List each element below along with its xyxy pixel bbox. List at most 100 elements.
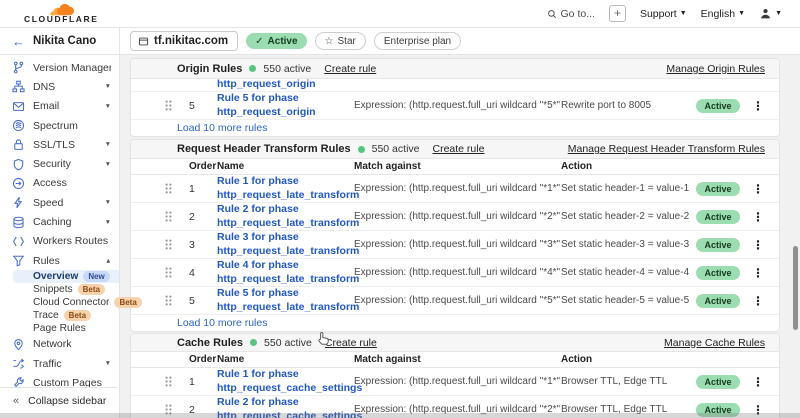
rule-match: Expression: (http.request.full_uri wildc… [354,376,561,387]
sidebar-item-rules-snippets[interactable]: Snippets Beta [0,283,119,296]
sidebar-item-rules-trace[interactable]: Trace Beta [0,309,119,322]
sidebar-item-rules-cloud-connector[interactable]: Cloud Connector Beta [0,296,119,309]
drag-handle-icon[interactable] [165,376,189,387]
beta-badge: Beta [78,284,105,295]
manage-origin-rules-link[interactable]: Manage Origin Rules [666,63,765,75]
rule-name-link[interactable]: Rule 4 for phasehttp_request_late_transf… [217,259,354,285]
table-row-partial: http_request_origin [131,79,779,92]
cache-rules-section: Cache Rules 550 active Create rule Manag… [130,333,780,418]
rule-order: 1 [189,183,217,195]
rule-action: Browser TTL, Edge TTL [561,376,693,387]
collapse-icon: « [13,395,19,407]
rule-action: Set static header-5 = value-5 [561,295,693,306]
kebab-menu-icon[interactable]: ⋮ [752,294,764,308]
sidebar-item-rules[interactable]: Rules ▼ [0,251,119,270]
rule-name-link[interactable]: Rule 2 for phasehttp_request_late_transf… [217,203,354,229]
drag-handle-icon[interactable] [165,295,189,306]
sidebar-item-rules-overview[interactable]: Overview New [13,270,119,283]
plan-badge: Enterprise plan [374,32,461,50]
sidebar-item-caching[interactable]: Caching ▼ [0,212,119,231]
email-icon [12,100,25,113]
active-badge: Active [696,238,739,252]
star-button[interactable]: ☆ Star [315,32,366,50]
domain-selector[interactable]: tf.nikitac.com [130,31,238,51]
load-more-link[interactable]: Load 10 more rules [177,122,267,134]
rule-name-link[interactable]: Rule 3 for phasehttp_request_late_transf… [217,231,354,257]
drag-handle-icon[interactable] [165,239,189,250]
sidebar-item-email[interactable]: Email ▼ [0,97,119,116]
chevron-down-icon: ▼ [105,219,111,226]
language-menu[interactable]: English ▼ [701,8,745,20]
sidebar-item-version-management[interactable]: Version Management [0,58,119,77]
sidebar-item-traffic[interactable]: Traffic ▼ [0,354,119,373]
create-rule-link[interactable]: Create rule [325,337,377,349]
status-badge: ✓ Active [246,33,306,49]
request-header-transform-rules-section: Request Header Transform Rules 550 activ… [130,139,780,332]
sidebar-item-access[interactable]: Access [0,174,119,193]
rule-name-link[interactable]: Rule 1 for phasehttp_request_cache_setti… [217,368,354,394]
sidebar-item-spectrum[interactable]: Spectrum [0,116,119,135]
sidebar-item-security[interactable]: Security ▼ [0,154,119,173]
column-action: Action [561,354,693,365]
status-dot-icon [250,339,257,346]
collapse-sidebar-button[interactable]: « Collapse sidebar [0,387,118,413]
global-search[interactable]: Go to... [547,8,595,20]
table-row: 1 Rule 1 for phasehttp_request_late_tran… [131,175,779,203]
traffic-icon [12,357,25,370]
rule-match: Expression: (http.request.full_uri wildc… [354,239,561,250]
rule-order: 5 [189,295,217,307]
active-badge: Active [696,210,739,224]
drag-handle-icon[interactable] [165,211,189,222]
caching-icon [12,216,25,229]
drag-handle-icon[interactable] [165,267,189,278]
sidebar-item-ssl-tls[interactable]: SSL/TLS ▼ [0,135,119,154]
access-icon [12,177,25,190]
table-row: 1 Rule 1 for phasehttp_request_cache_set… [131,368,779,396]
support-menu[interactable]: Support ▼ [640,8,687,20]
kebab-menu-icon[interactable]: ⋮ [752,375,764,389]
kebab-menu-icon[interactable]: ⋮ [752,238,764,252]
add-button[interactable]: + [609,5,626,22]
load-more-row: Load 10 more rules [131,315,779,331]
logo-wordmark: CLOUDFLARE [24,15,99,24]
load-more-link[interactable]: Load 10 more rules [177,317,267,329]
back-arrow-icon[interactable]: ← [12,34,25,49]
kebab-menu-icon[interactable]: ⋮ [752,266,764,280]
manage-cache-rules-link[interactable]: Manage Cache Rules [664,337,765,349]
rule-action: Rewrite port to 8005 [561,100,693,111]
rule-action: Set static header-4 = value-4 [561,267,693,278]
cache-rules-header: Cache Rules 550 active Create rule Manag… [131,334,779,352]
sidebar-item-rules-page-rules[interactable]: Page Rules [0,322,119,335]
kebab-menu-icon[interactable]: ⋮ [752,210,764,224]
active-count: 550 active [263,63,311,75]
rule-order: 1 [189,376,217,388]
scrollbar-thumb[interactable] [793,246,798,330]
rule-order: 5 [189,100,217,112]
rule-match: Expression: (http.request.full_uri wildc… [354,295,561,306]
column-order: Order [189,161,217,172]
main-content: Origin Rules 550 active Create rule Mana… [120,55,800,418]
kebab-menu-icon[interactable]: ⋮ [752,99,764,113]
chevron-down-icon: ▼ [105,199,111,206]
create-rule-link[interactable]: Create rule [433,143,485,155]
active-count: 550 active [264,337,312,349]
cloudflare-logo[interactable]: CLOUDFLARE [24,4,99,24]
drag-handle-icon[interactable] [165,183,189,194]
domain-name: tf.nikitac.com [154,35,228,47]
dns-icon [12,80,25,93]
rule-name-link[interactable]: http_request_origin [217,79,354,91]
sidebar-item-network[interactable]: Network [0,335,119,354]
create-rule-link[interactable]: Create rule [324,63,376,75]
manage-transform-rules-link[interactable]: Manage Request Header Transform Rules [568,143,765,155]
kebab-menu-icon[interactable]: ⋮ [752,182,764,196]
sidebar-item-speed[interactable]: Speed ▼ [0,193,119,212]
sidebar-item-workers-routes[interactable]: Workers Routes [0,232,119,251]
sidebar-item-dns[interactable]: DNS ▼ [0,77,119,96]
rule-name-link[interactable]: Rule 5 for phasehttp_request_late_transf… [217,287,354,313]
rule-name-link[interactable]: Rule 5 for phasehttp_request_origin [217,92,354,118]
drag-handle-icon[interactable] [165,100,189,111]
rule-name-link[interactable]: Rule 1 for phasehttp_request_late_transf… [217,175,354,201]
chevron-down-icon: ▼ [738,10,745,17]
speed-icon [12,196,25,209]
account-menu[interactable]: ▼ [759,7,782,20]
